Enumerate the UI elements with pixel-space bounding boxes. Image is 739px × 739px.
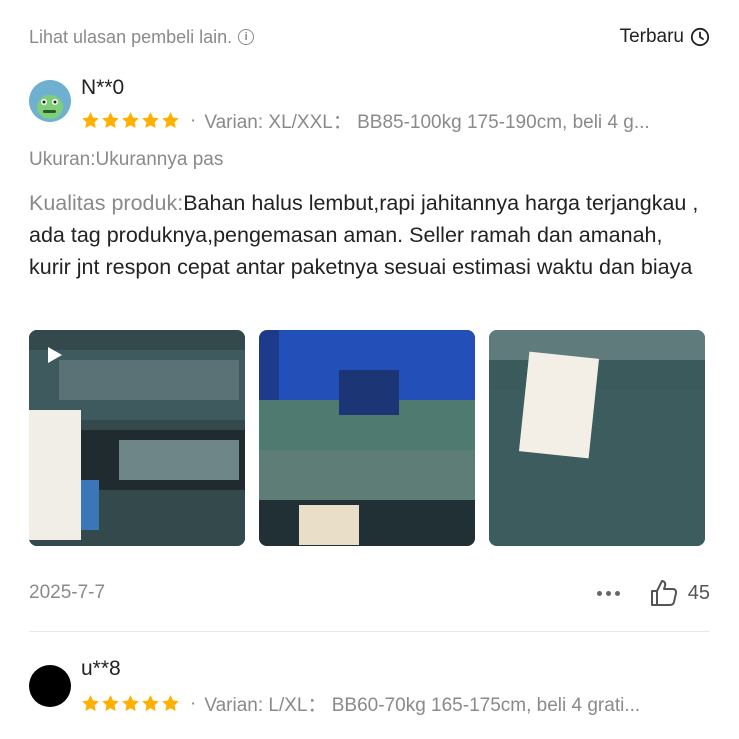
- review-card: N**0 · Varian: XL/XXL： BB85-100kg 175-19…: [29, 76, 710, 606]
- star-icon: [82, 695, 99, 712]
- star-icon: [102, 112, 119, 129]
- star-rating: [81, 111, 180, 130]
- quality-label: Kualitas produk:: [29, 191, 184, 215]
- star-icon: [82, 112, 99, 129]
- star-icon: [122, 695, 139, 712]
- review-divider: [29, 631, 710, 632]
- variant-text: Varian: L/XL： BB60-70kg 165-175cm, beli …: [204, 695, 641, 716]
- variant-text: Varian: XL/XXL： BB85-100kg 175-190cm, be…: [204, 112, 650, 133]
- other-reviews-hint[interactable]: Lihat ulasan pembeli lain. i: [29, 26, 255, 48]
- thumbs-up-icon: [650, 580, 677, 606]
- review-date: 2025-7-7: [29, 582, 106, 603]
- like-count: 45: [687, 581, 710, 604]
- rating-line: · Varian: XL/XXL： BB85-100kg 175-190cm, …: [81, 107, 710, 134]
- hint-text: Lihat ulasan pembeli lain.: [29, 26, 233, 47]
- avatar[interactable]: [29, 80, 71, 122]
- separator-dot: ·: [190, 692, 197, 714]
- review-video-thumbnail[interactable]: [29, 330, 245, 546]
- play-icon[interactable]: [43, 344, 65, 366]
- more-options-icon[interactable]: [596, 590, 620, 596]
- reviews-header: Lihat ulasan pembeli lain. i Terbaru: [29, 22, 710, 52]
- star-icon: [142, 695, 159, 712]
- separator-dot: ·: [190, 109, 197, 131]
- review-card: u**8 · Varian: L/XL： BB60-70kg 165-175cm…: [29, 657, 710, 739]
- like-button[interactable]: 45: [648, 577, 710, 609]
- star-icon: [162, 695, 179, 712]
- star-rating: [81, 694, 180, 713]
- reviewer-name: u**8: [81, 657, 121, 680]
- reviewer-name: N**0: [81, 76, 125, 99]
- star-icon: [162, 112, 179, 129]
- sort-label: Terbaru: [619, 26, 684, 47]
- sort-dropdown[interactable]: Terbaru: [620, 26, 710, 48]
- quality-review: Kualitas produk:Bahan halus lembut,rapi …: [29, 187, 710, 283]
- star-icon: [122, 112, 139, 129]
- size-fit-text: Ukuran:Ukurannya pas: [29, 149, 224, 170]
- star-icon: [102, 695, 119, 712]
- review-photo[interactable]: [259, 330, 475, 546]
- info-icon[interactable]: i: [238, 29, 255, 45]
- review-footer: 2025-7-7 45: [29, 576, 710, 610]
- review-media: [29, 330, 705, 546]
- star-icon: [142, 112, 159, 129]
- review-actions: 45: [596, 577, 710, 609]
- avatar[interactable]: [29, 665, 71, 707]
- clock-icon: [690, 27, 710, 47]
- review-photo[interactable]: [489, 330, 705, 546]
- rating-line: · Varian: L/XL： BB60-70kg 165-175cm, bel…: [81, 690, 710, 717]
